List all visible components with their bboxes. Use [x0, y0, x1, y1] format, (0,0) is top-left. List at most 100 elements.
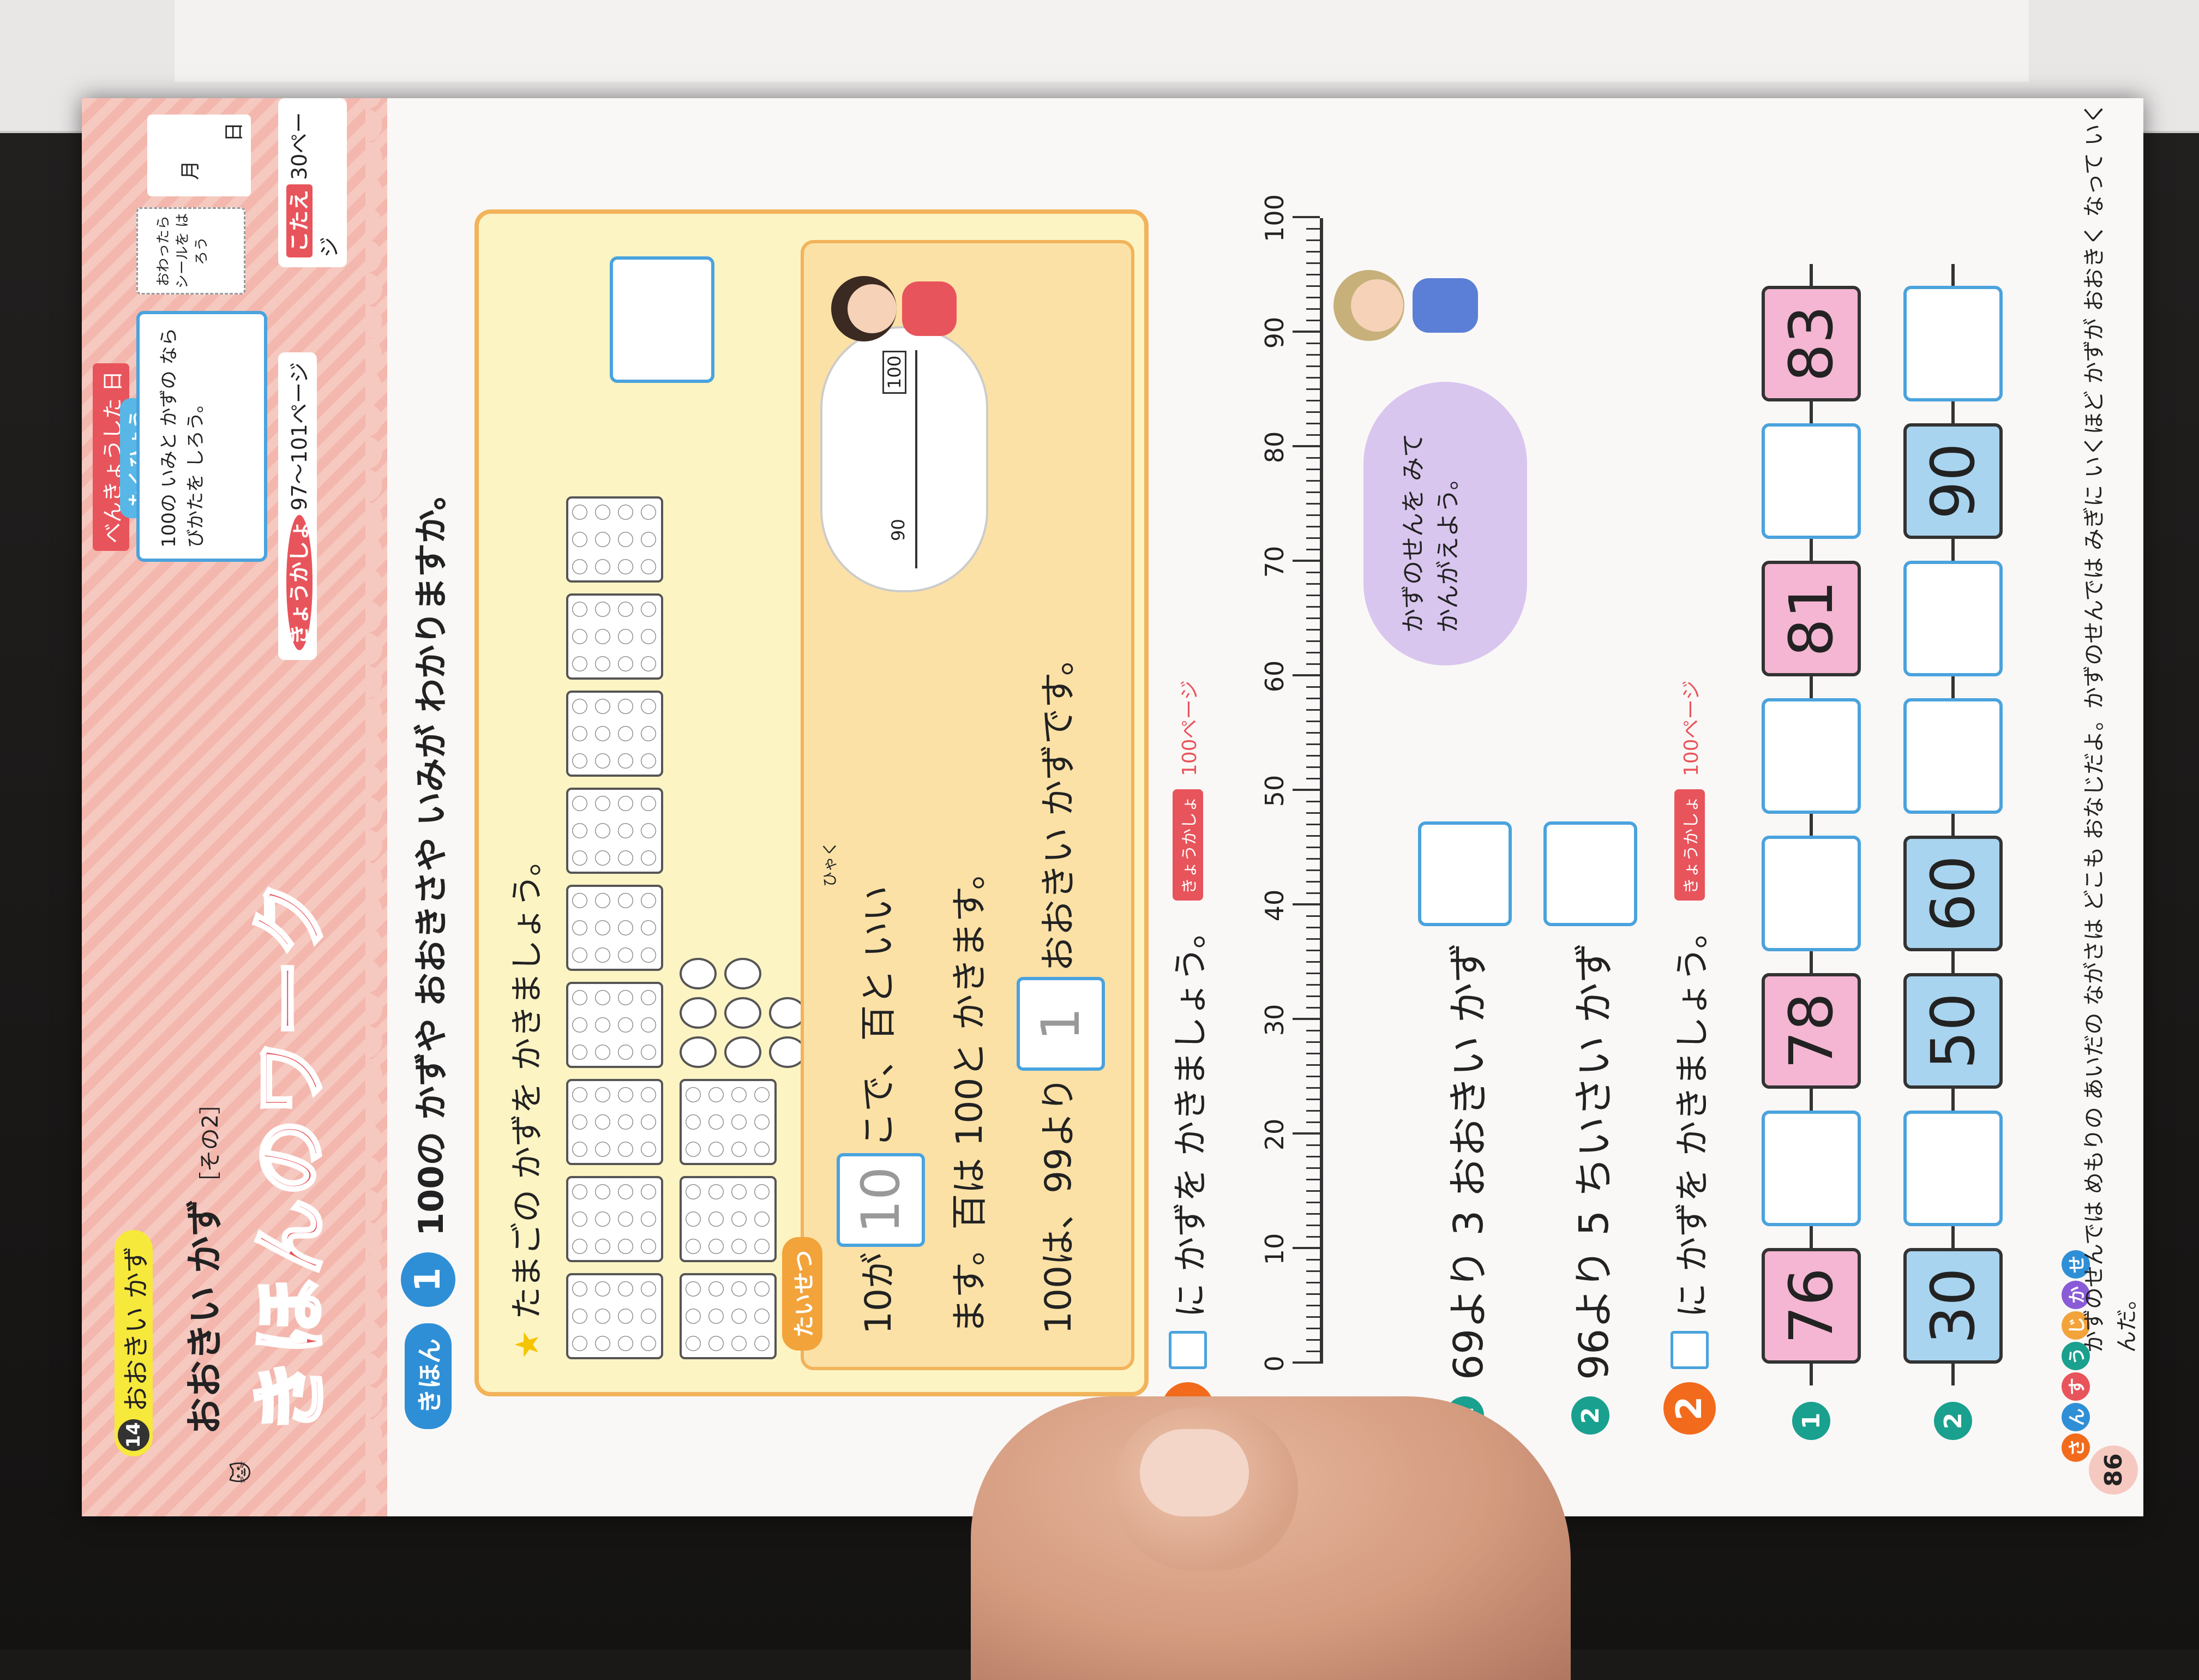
chain-answer-box[interactable] [1903, 698, 2003, 814]
chain-number-cell: 60 [1903, 836, 2003, 951]
number-line-tick [1306, 1351, 1320, 1352]
number-line-tick [1306, 961, 1320, 963]
chain-answer-box[interactable] [1762, 836, 1861, 951]
chain-answer-box[interactable] [1903, 1111, 2003, 1226]
question-1-2-text: 96より 5 ちいさい かず [1570, 942, 1618, 1380]
number-line-tick [1306, 778, 1320, 779]
number-line-tick [1306, 973, 1320, 974]
number-line-tick [1306, 297, 1320, 298]
chain-number-cell: 83 [1762, 286, 1861, 401]
taisetsu-line-2: ます。百は 100と かきます。 [948, 854, 990, 1334]
number-line-tick [1306, 847, 1320, 848]
number-line-tick [1306, 1179, 1320, 1180]
question-2-header: 2 に かずを かきましょう。 きょうかしょ 100ページ [1663, 680, 1716, 1435]
ten-answer-box[interactable]: 10 [837, 1153, 925, 1247]
lesson-title-text: おおきい かず [184, 1199, 227, 1435]
chain-answer-box[interactable] [1762, 423, 1861, 539]
line3-prefix: 100は、99より [1037, 1076, 1080, 1334]
number-line-tick [1306, 595, 1320, 596]
chain-answer-box[interactable] [1762, 1111, 1861, 1226]
chain-answer-box[interactable] [1762, 698, 1861, 814]
taisetsu-line-1: 10が 10 こで、百と いい ひゃく [821, 841, 925, 1334]
number-line-tick [1293, 1132, 1320, 1135]
question-1-1-answer-box[interactable] [1418, 821, 1512, 926]
chain-link [1951, 401, 1955, 423]
number-line-tick [1293, 674, 1320, 676]
number-line-tick [1306, 411, 1320, 413]
cloud-number-line [915, 350, 917, 568]
number-line-tick [1306, 1305, 1320, 1306]
sticker-area[interactable]: おわったら シールを はろう [136, 207, 245, 295]
number-line-tick [1306, 995, 1320, 997]
number-line-tick [1306, 1053, 1320, 1054]
egg-carton [566, 885, 663, 971]
number-line-tick [1306, 1110, 1320, 1112]
number-line-tick [1306, 1213, 1320, 1215]
chain-link [1951, 676, 1955, 698]
number-line-tick [1306, 285, 1320, 287]
page-number: 86 [2089, 1445, 2138, 1495]
chain-number-cell: 81 [1762, 561, 1861, 676]
number-line-tick [1306, 1259, 1320, 1261]
one-answer-box[interactable]: 1 [1017, 977, 1105, 1071]
number-line-tick [1293, 216, 1320, 218]
number-line-tick [1306, 262, 1320, 264]
chain-number-cell: 90 [1903, 423, 2003, 539]
chain-number-cell: 30 [1903, 1248, 2003, 1364]
number-line: 0 10 20 30 40 50 60 70 80 90 100 [1260, 194, 1358, 1372]
number-line-tick [1306, 1156, 1320, 1157]
hint-bubble: かずのせんを みて かんがえよう。 [1363, 382, 1527, 665]
number-line-tick [1306, 377, 1320, 379]
egg-carton [680, 1273, 777, 1359]
number-line-tick [1306, 617, 1320, 619]
number-chain-1: 1 76 78 81 83 [1762, 264, 1861, 1440]
number-line-tick [1306, 881, 1320, 883]
answer-ref: こたえ30ページ [278, 98, 347, 267]
egg-carton [566, 593, 663, 680]
cloud-label-90: 90 [888, 519, 909, 541]
number-line-tick [1306, 686, 1320, 688]
number-line-tick [1306, 1328, 1320, 1329]
egg-row-bottom [680, 432, 806, 1359]
blank-box-icon [1169, 1331, 1207, 1369]
lesson-subtitle: ［その2］ [198, 1092, 223, 1194]
chain-link [1810, 1364, 1813, 1385]
egg-carton [566, 1273, 663, 1359]
chain-answer-box[interactable] [1903, 561, 2003, 676]
date-box[interactable]: 月 日 [147, 115, 251, 196]
number-line-tick [1306, 320, 1320, 321]
number-line-tick [1306, 1167, 1320, 1169]
number-line-tick [1306, 1190, 1320, 1192]
number-line-tick [1306, 698, 1320, 699]
chain-answer-box[interactable] [1903, 286, 2003, 401]
number-line-label: 40 [1260, 889, 1289, 922]
taisetsu-line-3: 100は、99より 1 おおきい かずです。 [1017, 640, 1105, 1334]
thought-cloud: 90 100 [820, 326, 988, 592]
line3-suffix: おおきい かずです。 [1037, 639, 1080, 972]
work-title: きほんのワーク [245, 875, 337, 1436]
number-line-tick [1306, 984, 1320, 986]
number-line-label: 30 [1260, 1004, 1289, 1036]
number-line-tick [1306, 915, 1320, 917]
question-1-1-text: 69より 3 おおきい かず [1445, 942, 1492, 1380]
question-1-2-answer-box[interactable] [1543, 821, 1637, 926]
number-line-tick [1306, 239, 1320, 241]
question-1-2-number: 2 [1571, 1396, 1609, 1435]
cat-mascot-icon: 🐱 [229, 1461, 254, 1484]
egg-carton [566, 691, 663, 777]
egg-instruction: ★ たまごの かずを かきましょう。 [501, 843, 548, 1359]
egg-answer-box[interactable] [610, 256, 714, 383]
kihon-badge: きほん [405, 1323, 452, 1429]
number-line-tick [1306, 1099, 1320, 1100]
number-line-tick [1306, 308, 1320, 310]
chain-link [1810, 951, 1813, 973]
chain-link [1810, 401, 1813, 423]
question-1-2: 2 96より 5 ちいさい かず [1543, 821, 1637, 1435]
number-line-tick [1306, 869, 1320, 871]
number-line-tick [1306, 423, 1320, 424]
number-line-tick [1306, 858, 1320, 860]
sansu-char: さ [2062, 1433, 2090, 1462]
egg-row-top [566, 432, 663, 1359]
line1-suffix: こで、百と いい [857, 885, 900, 1148]
number-line-tick [1306, 766, 1320, 768]
